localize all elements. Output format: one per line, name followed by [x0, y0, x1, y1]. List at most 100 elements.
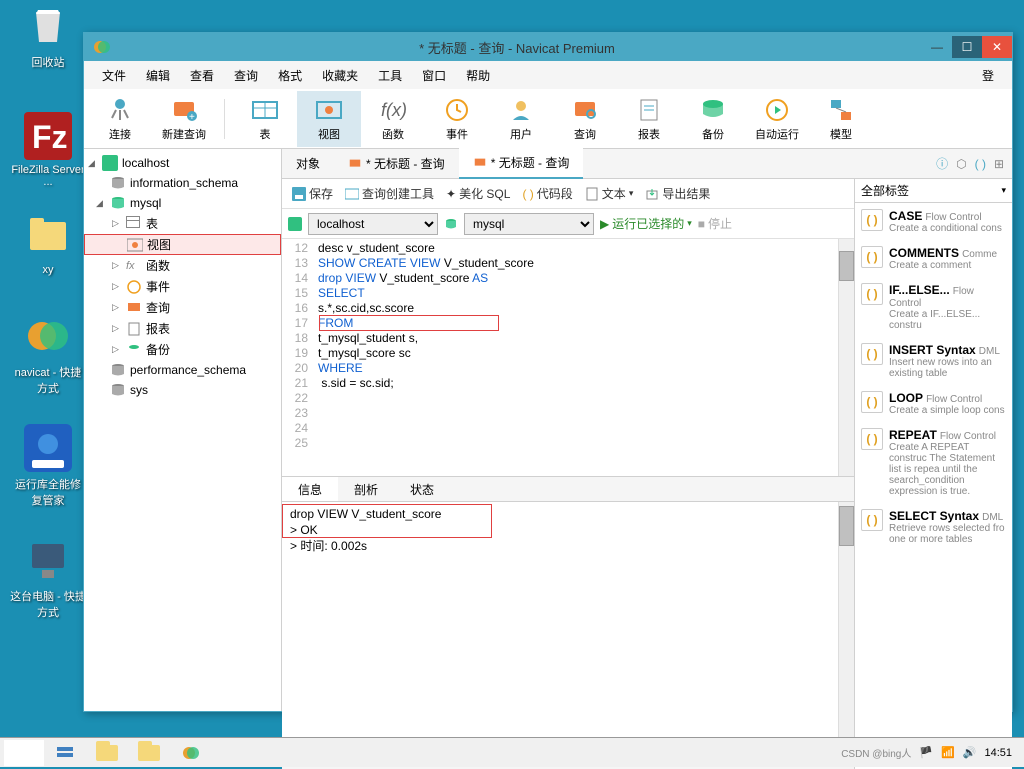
snippet-item[interactable]: ( )SELECT Syntax DMLRetrieve rows select…: [855, 503, 1012, 551]
snippet-item[interactable]: ( )REPEAT Flow ControlCreate A REPEAT co…: [855, 422, 1012, 503]
task-explorer[interactable]: [86, 740, 128, 766]
start-button[interactable]: [4, 740, 44, 766]
tb-view[interactable]: 视图: [297, 91, 361, 147]
backup-icon: [126, 342, 142, 358]
task-explorer2[interactable]: [128, 740, 170, 766]
tb-user[interactable]: 用户: [489, 91, 553, 147]
tree-functions[interactable]: ▷fx函数: [84, 255, 281, 276]
desktop-navicat[interactable]: navicat - 快捷方式: [10, 312, 86, 396]
hex-icon[interactable]: ⬡: [956, 157, 966, 171]
tb-model[interactable]: 模型: [809, 91, 873, 147]
menu-window[interactable]: 窗口: [412, 63, 456, 88]
tray-clock[interactable]: 14:51: [984, 747, 1012, 759]
navicat-window: * 无标题 - 查询 - Navicat Premium — ☐ ✕ 文件 编辑…: [83, 32, 1013, 712]
report-icon: [126, 321, 142, 337]
menu-view[interactable]: 查看: [180, 63, 224, 88]
menu-file[interactable]: 文件: [92, 63, 136, 88]
database-icon: [444, 217, 458, 231]
tb-query[interactable]: 查询: [553, 91, 617, 147]
tray-flag-icon[interactable]: 🏴: [919, 746, 933, 759]
taskbar: CSDN @bing人 🏴 📶 🔊 14:51: [0, 737, 1024, 767]
desktop-filezilla[interactable]: Fz FileZilla Server ...: [10, 112, 86, 188]
builder-button[interactable]: 查询创建工具: [345, 185, 434, 202]
snippet-icon: ( ): [861, 428, 883, 450]
otab-info[interactable]: 信息: [282, 477, 338, 501]
menu-tools[interactable]: 工具: [368, 63, 412, 88]
task-navicat[interactable]: [170, 740, 212, 766]
grid-icon[interactable]: ⊞: [994, 157, 1004, 171]
snippet-item[interactable]: ( )IF...ELSE... Flow ControlCreate a IF.…: [855, 277, 1012, 337]
menu-login[interactable]: 登: [972, 63, 1004, 88]
function-icon: fx: [126, 258, 142, 274]
tab-objects[interactable]: 对象: [282, 149, 334, 178]
editor-scrollbar[interactable]: [838, 239, 854, 476]
tree-reports[interactable]: ▷报表: [84, 318, 281, 339]
snippet-item[interactable]: ( )LOOP Flow ControlCreate a simple loop…: [855, 385, 1012, 422]
title-bar[interactable]: * 无标题 - 查询 - Navicat Premium — ☐ ✕: [84, 33, 1012, 61]
maximize-button[interactable]: ☐: [952, 36, 982, 58]
desktop-runtime[interactable]: 运行库全能修复管家: [10, 424, 86, 508]
tree-backups[interactable]: ▷备份: [84, 339, 281, 360]
info-icon[interactable]: ⓘ: [936, 155, 948, 172]
tb-function[interactable]: f(x)函数: [361, 91, 425, 147]
snippet-item[interactable]: ( )CASE Flow ControlCreate a conditional…: [855, 203, 1012, 240]
tree-localhost[interactable]: ◢localhost: [84, 153, 281, 173]
view-icon: [127, 237, 143, 253]
desktop-folder-xy[interactable]: xy: [10, 212, 86, 276]
tree-tables[interactable]: ▷表: [84, 213, 281, 234]
tree-information-schema[interactable]: information_schema: [84, 173, 281, 193]
paren-icon[interactable]: ( ): [975, 157, 986, 171]
close-button[interactable]: ✕: [982, 36, 1012, 58]
query-icon: [126, 300, 142, 316]
beautify-button[interactable]: ✦美化 SQL: [446, 185, 510, 202]
export-button[interactable]: 导出结果: [645, 185, 710, 202]
code-content[interactable]: desc v_student_scoreSHOW CREATE VIEW V_s…: [314, 239, 538, 453]
menu-edit[interactable]: 编辑: [136, 63, 180, 88]
output-body[interactable]: drop VIEW V_student_score > OK > 时间: 0.0…: [282, 502, 854, 747]
tree-mysql[interactable]: ◢mysql: [84, 193, 281, 213]
tree-events[interactable]: ▷事件: [84, 276, 281, 297]
tb-event[interactable]: 事件: [425, 91, 489, 147]
snippet-item[interactable]: ( )INSERT Syntax DMLInsert new rows into…: [855, 337, 1012, 385]
snippet-item[interactable]: ( )COMMENTS CommeCreate a comment: [855, 240, 1012, 277]
tags-dropdown[interactable]: 全部标签▾: [855, 179, 1012, 203]
save-button[interactable]: 保存: [292, 185, 333, 202]
watermark: CSDN @bing人: [841, 745, 911, 760]
tab-query1[interactable]: * 无标题 - 查询: [334, 149, 459, 178]
menu-help[interactable]: 帮助: [456, 63, 500, 88]
output-scrollbar[interactable]: [838, 502, 854, 747]
desktop-this-pc[interactable]: 这台电脑 - 快捷方式: [10, 536, 86, 620]
tab-query2[interactable]: * 无标题 - 查询: [459, 148, 584, 179]
snippet-button[interactable]: ( )代码段: [522, 185, 572, 202]
builder-icon: [345, 187, 359, 201]
tb-autorun[interactable]: 自动运行: [745, 91, 809, 147]
svg-text:+: +: [189, 112, 195, 123]
menu-fav[interactable]: 收藏夹: [312, 63, 368, 88]
tray-sound-icon[interactable]: 🔊: [963, 746, 977, 759]
tb-report[interactable]: 报表: [617, 91, 681, 147]
run-button[interactable]: ▶ 运行已选择的 ▾: [600, 215, 692, 232]
tb-backup[interactable]: 备份: [681, 91, 745, 147]
sql-editor[interactable]: 1213141516171819202122232425 desc v_stud…: [282, 239, 854, 476]
tb-new-query[interactable]: +新建查询: [152, 91, 216, 147]
tree-performance-schema[interactable]: performance_schema: [84, 360, 281, 380]
host-select[interactable]: localhost: [308, 213, 438, 235]
tray-network-icon[interactable]: 📶: [941, 746, 955, 759]
tree-queries[interactable]: ▷查询: [84, 297, 281, 318]
stop-button[interactable]: ■ 停止: [698, 215, 732, 232]
tb-table[interactable]: 表: [233, 91, 297, 147]
minimize-button[interactable]: —: [922, 36, 952, 58]
tree-views[interactable]: 视图: [84, 234, 281, 255]
main-toolbar: 连接 +新建查询 表 视图 f(x)函数 事件 用户 查询 报表 备份 自动运行…: [84, 89, 1012, 149]
desktop-recycle-bin[interactable]: 回收站: [10, 2, 86, 70]
task-server[interactable]: [44, 740, 86, 766]
otab-profile[interactable]: 剖析: [338, 477, 394, 501]
tb-connect[interactable]: 连接: [88, 91, 152, 147]
text-button[interactable]: 文本▾: [585, 185, 634, 202]
tree-sys[interactable]: sys: [84, 380, 281, 400]
db-select[interactable]: mysql: [464, 213, 594, 235]
menu-query[interactable]: 查询: [224, 63, 268, 88]
otab-status[interactable]: 状态: [394, 477, 450, 501]
snippet-panel: 全部标签▾ ( )CASE Flow ControlCreate a condi…: [854, 179, 1012, 769]
menu-format[interactable]: 格式: [268, 63, 312, 88]
